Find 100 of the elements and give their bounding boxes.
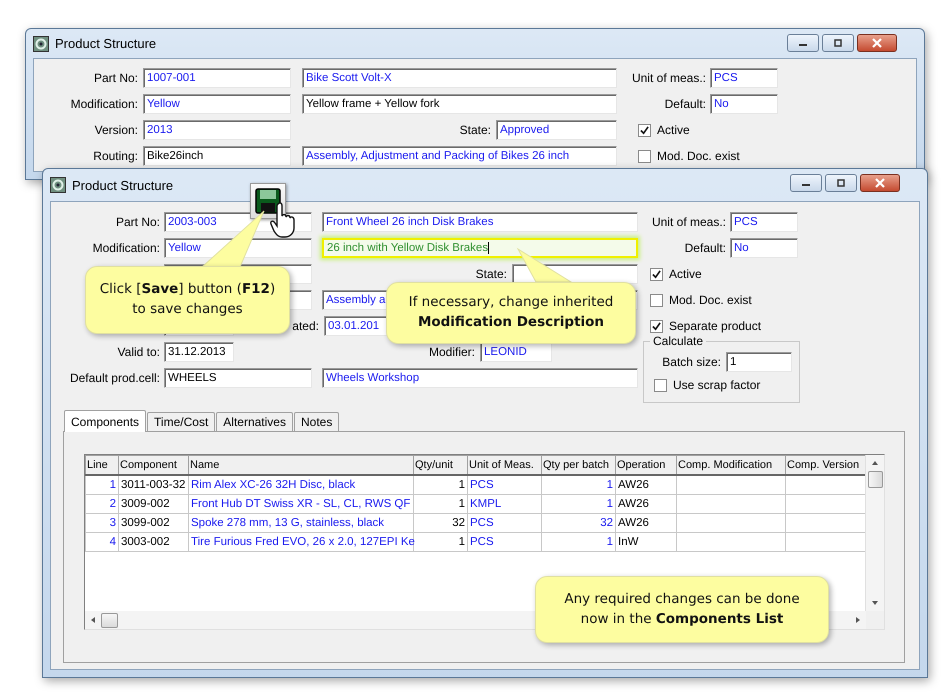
checkbox[interactable] xyxy=(650,294,663,306)
column-header[interactable]: Component xyxy=(118,456,188,475)
checkbox[interactable] xyxy=(654,378,667,392)
app-icon xyxy=(33,36,49,52)
table-cell: KMPL xyxy=(468,494,542,514)
table-cell: Front Hub DT Swiss XR - SL, CL, RWS QF xyxy=(188,494,414,514)
batch-size-field[interactable]: 1 xyxy=(726,352,792,372)
close-button[interactable] xyxy=(857,34,897,52)
field-label: Unit of meas.: xyxy=(630,71,707,85)
window-title: Product Structure xyxy=(72,178,174,192)
routing-description-field[interactable]: Assembly, Adjustment and Packing of Bikes 26 inch xyxy=(302,146,617,166)
scroll-thumb[interactable] xyxy=(868,471,882,488)
valid-to-field[interactable]: 31.12.2013 xyxy=(164,342,234,362)
version-field[interactable]: 2013 xyxy=(143,120,291,140)
default-field[interactable]: No xyxy=(710,94,778,114)
close-button[interactable] xyxy=(860,174,900,192)
table-cell: 3003-002 xyxy=(118,532,188,552)
modification-field[interactable]: Yellow xyxy=(143,94,291,114)
production-cell-name-field[interactable]: Wheels Workshop xyxy=(322,368,638,388)
modifier-field[interactable]: LEONID xyxy=(480,342,552,362)
column-header[interactable]: Unit of Meas. xyxy=(468,456,542,475)
part-number-field[interactable]: 1007-001 xyxy=(143,68,291,88)
default-field[interactable]: No xyxy=(730,238,798,258)
checkbox-label: Active xyxy=(657,123,690,137)
minimize-button[interactable] xyxy=(787,34,819,52)
vertical-scrollbar[interactable] xyxy=(865,455,884,611)
table-cell: AW26 xyxy=(616,494,676,514)
production-cell-field[interactable]: WHEELS xyxy=(164,368,312,388)
field-label: Part No: xyxy=(92,71,139,85)
window-title: Product Structure xyxy=(55,36,156,51)
field-label: ated: xyxy=(291,319,320,333)
modification-description-field[interactable]: 26 inch with Yellow Disk Brakes xyxy=(322,238,638,258)
column-header[interactable]: Qty per batch xyxy=(542,456,616,475)
field-label: State: xyxy=(458,123,492,137)
table-cell: Tire Furious Fred EVO, 26 x 2.0, 127EPI Ke xyxy=(188,532,414,552)
table-cell: PCS xyxy=(468,475,542,494)
table-cell: Rim Alex XC-26 32H Disc, black xyxy=(188,475,414,494)
field-label: Modification: xyxy=(70,97,139,111)
field-label: Valid to: xyxy=(116,345,161,359)
table-cell: Spoke 278 mm, 13 G, stainless, black xyxy=(188,514,414,532)
column-header[interactable]: Line xyxy=(86,456,118,475)
field-label: Default prod.cell: xyxy=(68,371,161,385)
table-cell: 1 xyxy=(542,532,616,552)
unit-field[interactable]: PCS xyxy=(730,212,798,232)
state-field[interactable]: Approved xyxy=(496,120,617,140)
column-header[interactable]: Comp. Modification xyxy=(676,456,786,475)
field-label: Modifier: xyxy=(428,345,476,359)
field-label: Routing: xyxy=(92,149,139,163)
table-cell: 3 xyxy=(86,514,118,532)
hint-tooltip: Any required changes can be done now in the Components List xyxy=(535,576,829,643)
tab[interactable]: Components xyxy=(64,410,146,432)
table-cell: AW26 xyxy=(616,514,676,532)
table-cell: 1 xyxy=(542,494,616,514)
table-cell: 4 xyxy=(86,532,118,552)
scroll-thumb[interactable] xyxy=(101,612,118,628)
table-cell: 1 xyxy=(414,532,468,552)
app-icon xyxy=(50,177,66,193)
field-label: Part No: xyxy=(114,215,161,229)
checkbox-label: Separate product xyxy=(669,319,762,333)
modification-description-field[interactable]: Yellow frame + Yellow fork xyxy=(302,94,617,114)
checkbox[interactable] xyxy=(638,124,651,136)
checkbox-label: Mod. Doc. exist xyxy=(657,149,740,163)
maximize-button[interactable] xyxy=(825,174,857,192)
table-cell: PCS xyxy=(468,532,542,552)
routing-field[interactable]: Bike26inch xyxy=(143,146,291,166)
column-header[interactable]: Name xyxy=(188,456,414,475)
table-cell: 1 xyxy=(414,494,468,514)
field-label: Version: xyxy=(94,123,139,137)
unit-field[interactable]: PCS xyxy=(710,68,778,88)
field-label: Modification: xyxy=(92,241,161,255)
field-label: Default: xyxy=(684,241,727,255)
tab[interactable]: Alternatives xyxy=(216,412,293,431)
checkbox-label: Active xyxy=(669,267,702,281)
maximize-button[interactable] xyxy=(822,34,854,52)
maximize-icon xyxy=(832,39,844,47)
column-header[interactable]: Operation xyxy=(616,456,676,475)
table-cell: 2 xyxy=(86,494,118,514)
field-label: Unit of meas.: xyxy=(650,215,727,229)
checkbox-label: Use scrap factor xyxy=(673,378,760,392)
close-icon xyxy=(871,38,883,48)
table-cell: 3099-002 xyxy=(118,514,188,532)
field-label: Batch size: xyxy=(661,355,722,369)
tab[interactable]: Notes xyxy=(294,412,340,431)
table-cell: PCS xyxy=(468,514,542,532)
field-label: State: xyxy=(476,267,508,281)
checkbox[interactable] xyxy=(638,150,651,162)
column-header[interactable]: Qty/unit xyxy=(414,456,468,475)
checkbox[interactable] xyxy=(650,268,663,280)
table-cell: 3009-002 xyxy=(118,494,188,514)
minimize-button[interactable] xyxy=(790,174,822,192)
scrollbar-corner xyxy=(866,611,884,629)
tab[interactable]: Time/Cost xyxy=(147,412,216,431)
part-name-field[interactable]: Front Wheel 26 inch Disk Brakes xyxy=(322,212,638,232)
table-cell: 1 xyxy=(86,475,118,494)
checkbox[interactable] xyxy=(650,320,663,332)
close-icon xyxy=(874,178,886,188)
table-cell: 32 xyxy=(414,514,468,532)
column-header[interactable]: Comp. Version xyxy=(786,456,865,475)
table-cell: AW26 xyxy=(616,475,676,494)
part-name-field[interactable]: Bike Scott Volt-X xyxy=(302,68,617,88)
